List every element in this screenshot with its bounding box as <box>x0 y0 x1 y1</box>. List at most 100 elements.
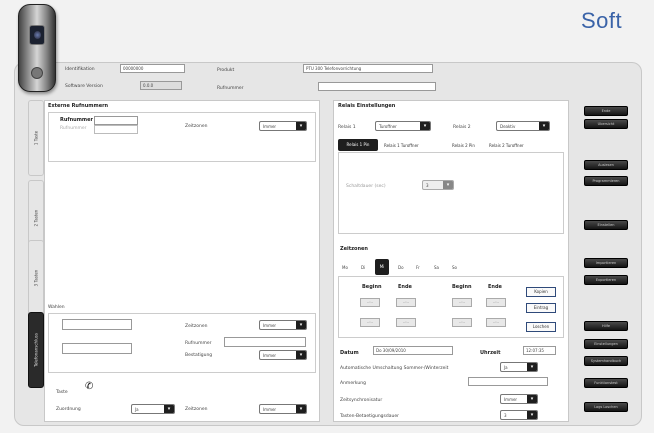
chevron-down-icon: ▾ <box>296 122 306 130</box>
product-field[interactable]: PTU 300 Telefonvorrichtung <box>303 64 433 73</box>
kopien-button[interactable]: Kopien <box>526 287 556 297</box>
time-input-6[interactable]: --:-- <box>396 318 416 327</box>
zeitzonen-label-1: Zeitzonen <box>185 124 208 129</box>
relais2-select-value: Deaktiv <box>500 124 516 129</box>
zeitsynchro-select[interactable]: Immer ▾ <box>500 394 538 404</box>
eintrag-button[interactable]: Eintrag <box>526 303 556 313</box>
day-so[interactable]: So <box>452 265 457 270</box>
zuordnung-label: Zuordnung <box>56 407 81 412</box>
product-label: Produkt <box>217 68 235 73</box>
rufnummer-input[interactable] <box>94 116 138 125</box>
logs-loeschen-button[interactable]: Logs Loschen <box>584 402 628 412</box>
tab-relais1-turoffner[interactable]: Relais 1 Turoffner <box>384 143 419 148</box>
tab-relais1-pin[interactable]: Relais 1 Pin <box>338 139 378 151</box>
tab-telefonanschluss-label: Telefonanschluss <box>33 333 39 367</box>
zeitzonen-select-1[interactable]: Immer ▾ <box>259 121 307 131</box>
zeitzonen-select-2[interactable]: Immer ▾ <box>259 320 307 330</box>
auslesen-button[interactable]: Auslesen <box>584 160 628 170</box>
schaltdauer-label: Schaltdauer (sec) <box>346 184 386 189</box>
time-input-1[interactable]: --:-- <box>360 298 380 307</box>
beginn-label-2: Beginn <box>452 284 472 290</box>
chevron-down-icon: ▾ <box>296 405 306 413</box>
zeitsynchro-select-value: Immer <box>504 397 518 402</box>
zeitsynchro-label: Zeitsynchronisatur <box>340 398 383 403</box>
day-mo[interactable]: Mo <box>342 265 348 270</box>
waehlen-input-2[interactable] <box>62 343 132 354</box>
time-input-4[interactable]: --:-- <box>486 298 506 307</box>
relais-tab-content <box>338 152 564 234</box>
relais1-select[interactable]: Turoffner ▾ <box>375 121 431 131</box>
zeitzonen-select-3-value: Immer <box>263 407 277 412</box>
brand-logo-text: Soft <box>581 8 623 33</box>
chevron-down-icon: ▾ <box>527 411 537 419</box>
zeitzonen-label-3: Zeitzonen <box>185 407 208 412</box>
tab-telefonanschluss[interactable]: Telefonanschluss <box>28 312 44 388</box>
tasten-select-value: 3 <box>504 413 507 418</box>
waehlen-title: Wahlen <box>48 305 65 310</box>
externe-rufnummern-title: Externe Rufnummern <box>48 103 109 109</box>
time-input-7[interactable]: --:-- <box>452 318 472 327</box>
relais2-label: Relais 2 <box>453 125 471 130</box>
auto-select[interactable]: Ja ▾ <box>500 362 538 372</box>
zeitzonen-select-3[interactable]: Immer ▾ <box>259 404 307 414</box>
tasten-select[interactable]: 3 ▾ <box>500 410 538 420</box>
uhrzeit-input[interactable]: 12:07:35 <box>523 346 556 355</box>
software-label: Software Version <box>65 84 103 89</box>
uhrzeit-label: Uhrzeit <box>480 350 501 356</box>
anmerkung-input[interactable] <box>468 377 548 386</box>
funktionstest-button[interactable]: Funktionstest <box>584 378 628 388</box>
einstellungen-button[interactable]: Einstellungen <box>584 339 628 349</box>
tab-relais2-pin[interactable]: Relais 2 Pin <box>452 143 475 148</box>
relais1-select-value: Turoffner <box>379 124 397 129</box>
ende-label-2: Ende <box>488 284 502 290</box>
uebersicht-button[interactable]: Ubersicht <box>584 119 628 129</box>
bestaetigung-select[interactable]: Immer ▾ <box>259 350 307 360</box>
time-input-2[interactable]: --:-- <box>396 298 416 307</box>
relais-title: Relais Einstellungen <box>338 103 396 109</box>
programmieren-button[interactable]: Programmieren <box>584 176 628 186</box>
anmerkung-label: Anmerkung <box>340 381 366 386</box>
day-do[interactable]: Do <box>398 265 404 270</box>
schaltdauer-select[interactable]: 3 ▾ <box>422 180 454 190</box>
time-input-5[interactable]: --:-- <box>360 318 380 327</box>
phone-icon: ✆ <box>85 381 94 392</box>
day-mi-active[interactable]: Mi <box>375 259 389 275</box>
ende-label-1: Ende <box>398 284 412 290</box>
ident-label: Identifikation <box>65 67 95 72</box>
datum-input[interactable]: Do 30/09/2010 <box>373 346 453 355</box>
ende-button[interactable]: Ende <box>584 106 628 116</box>
rufnummer2-label: Rufnummer <box>60 126 87 131</box>
rufnummer2-input[interactable] <box>94 125 138 134</box>
time-input-3[interactable]: --:-- <box>452 298 472 307</box>
tab-3-tasten[interactable]: 3 Tasten <box>28 240 44 316</box>
waehlen-rufnummer-label: Rufnummer <box>185 341 212 346</box>
hilfe-button[interactable]: Hilfe <box>584 321 628 331</box>
systemhandbuch-button[interactable]: Systemhandbuch <box>584 356 628 366</box>
importieren-button[interactable]: Importieren <box>584 258 628 268</box>
day-di[interactable]: Di <box>361 265 365 270</box>
auto-label: Automatische Umschaltung Sommer-/Winterz… <box>340 366 449 371</box>
taste-title: Taste <box>56 390 68 395</box>
chevron-down-icon: ▾ <box>420 122 430 130</box>
tab-1-taste-label: 1 Taste <box>33 130 39 146</box>
chevron-down-icon: ▾ <box>164 405 174 413</box>
time-input-8[interactable]: --:-- <box>486 318 506 327</box>
zuordnung-select[interactable]: Ja ▾ <box>131 404 175 414</box>
ident-input[interactable]: 00000000 <box>120 64 185 73</box>
chevron-down-icon: ▾ <box>539 122 549 130</box>
tab-relais2-turoffner[interactable]: Relais 2 Turoffner <box>489 143 524 148</box>
day-sa[interactable]: Sa <box>434 265 439 270</box>
call-button-icon <box>31 67 43 79</box>
einstellen-button[interactable]: Einstellen <box>584 220 628 230</box>
exportieren-button[interactable]: Exportieren <box>584 275 628 285</box>
tab-1-taste[interactable]: 1 Taste <box>28 100 44 176</box>
bestaetigung-select-value: Immer <box>263 353 277 358</box>
tab-2-tasten-label: 2 Tasten <box>33 209 39 227</box>
waehlen-rufnummer-input[interactable] <box>224 337 306 347</box>
beginn-label-1: Beginn <box>362 284 382 290</box>
waehlen-input-1[interactable] <box>62 319 132 330</box>
callnum-input[interactable] <box>318 82 436 91</box>
loeschen-button[interactable]: Loschen <box>526 322 556 332</box>
day-fr[interactable]: Fr <box>416 265 420 270</box>
relais2-select[interactable]: Deaktiv ▾ <box>496 121 550 131</box>
